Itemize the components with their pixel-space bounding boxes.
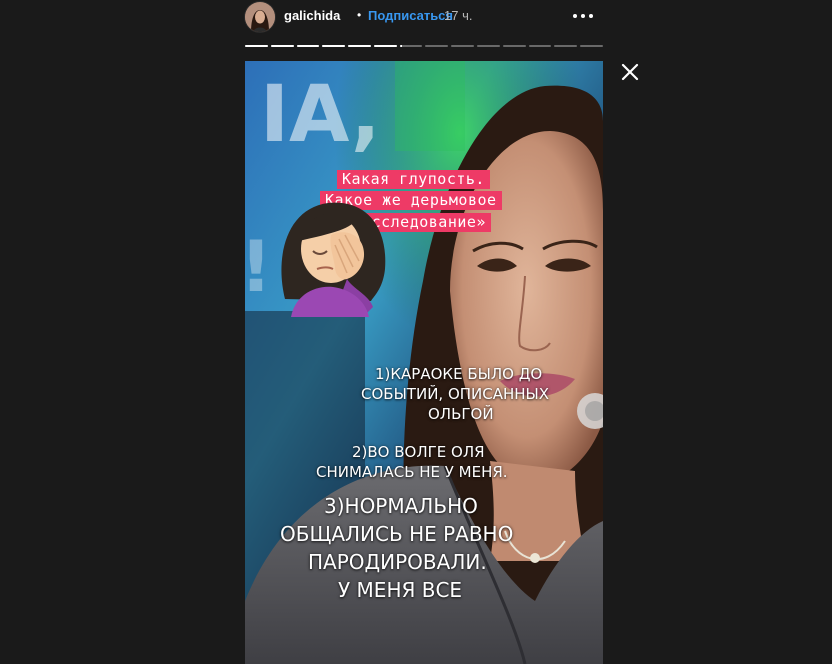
time-ago: 17 ч. <box>444 8 473 23</box>
progress-segment <box>296 45 320 47</box>
progress-segment <box>451 45 475 47</box>
progress-segment-fill <box>296 45 320 47</box>
woman-facepalming-icon <box>281 202 386 317</box>
progress-segment <box>322 45 346 47</box>
point-1-line-3: ОЛЬГОЙ <box>428 405 494 423</box>
follow-button[interactable]: Подписаться <box>368 8 453 23</box>
progress-segment <box>348 45 371 47</box>
progress-segment <box>245 45 268 47</box>
close-icon[interactable] <box>620 62 640 82</box>
progress-segment <box>580 45 603 47</box>
story-progress-bar <box>245 45 603 48</box>
point-2-line-2: СНИМАЛАСЬ НЕ У МЕНЯ. <box>316 463 508 481</box>
point-3-line-4: У МЕНЯ ВСЕ <box>338 578 463 602</box>
svg-text:IA,: IA, <box>260 70 380 160</box>
progress-segment-fill <box>270 45 294 47</box>
story-header: galichida • Подписаться 17 ч. <box>245 0 603 34</box>
point-1-line-1: 1)КАРАОКЕ БЫЛО ДО <box>375 365 543 383</box>
progress-segment <box>270 45 294 47</box>
avatar[interactable] <box>245 2 275 32</box>
point-3-line-1: 3)НОРМАЛЬНО <box>324 494 478 518</box>
progress-segment-fill <box>322 45 346 47</box>
progress-segment <box>425 45 449 47</box>
progress-segment <box>528 45 552 47</box>
svg-text:!: ! <box>245 226 272 308</box>
progress-segment <box>399 45 423 47</box>
separator-dot: • <box>357 8 362 22</box>
point-1-line-2: СОБЫТИЙ, ОПИСАННЫХ <box>361 385 550 403</box>
story-media[interactable]: IA, ! <box>245 61 603 664</box>
progress-segment <box>373 45 397 47</box>
progress-segment-fill <box>348 45 371 47</box>
progress-segment-fill <box>373 45 397 47</box>
progress-segment <box>477 45 500 47</box>
story-viewer: galichida • Подписаться 17 ч. IA, Какая … <box>0 0 832 664</box>
progress-segment-fill <box>399 45 402 47</box>
progress-segment <box>502 45 526 47</box>
username-link[interactable]: galichida <box>284 8 340 23</box>
more-options-icon[interactable] <box>569 6 597 26</box>
caption-line-1: Какая глупость. <box>337 170 490 189</box>
point-3-line-3: ПАРОДИРОВАЛИ. <box>308 550 487 574</box>
avatar-image <box>245 2 275 32</box>
progress-segment <box>554 45 578 47</box>
point-3-line-2: ОБЩАЛИСЬ НЕ РАВНО <box>280 522 514 546</box>
point-2-line-1: 2)ВО ВОЛГЕ ОЛЯ <box>352 443 485 461</box>
progress-segment-fill <box>245 45 268 47</box>
